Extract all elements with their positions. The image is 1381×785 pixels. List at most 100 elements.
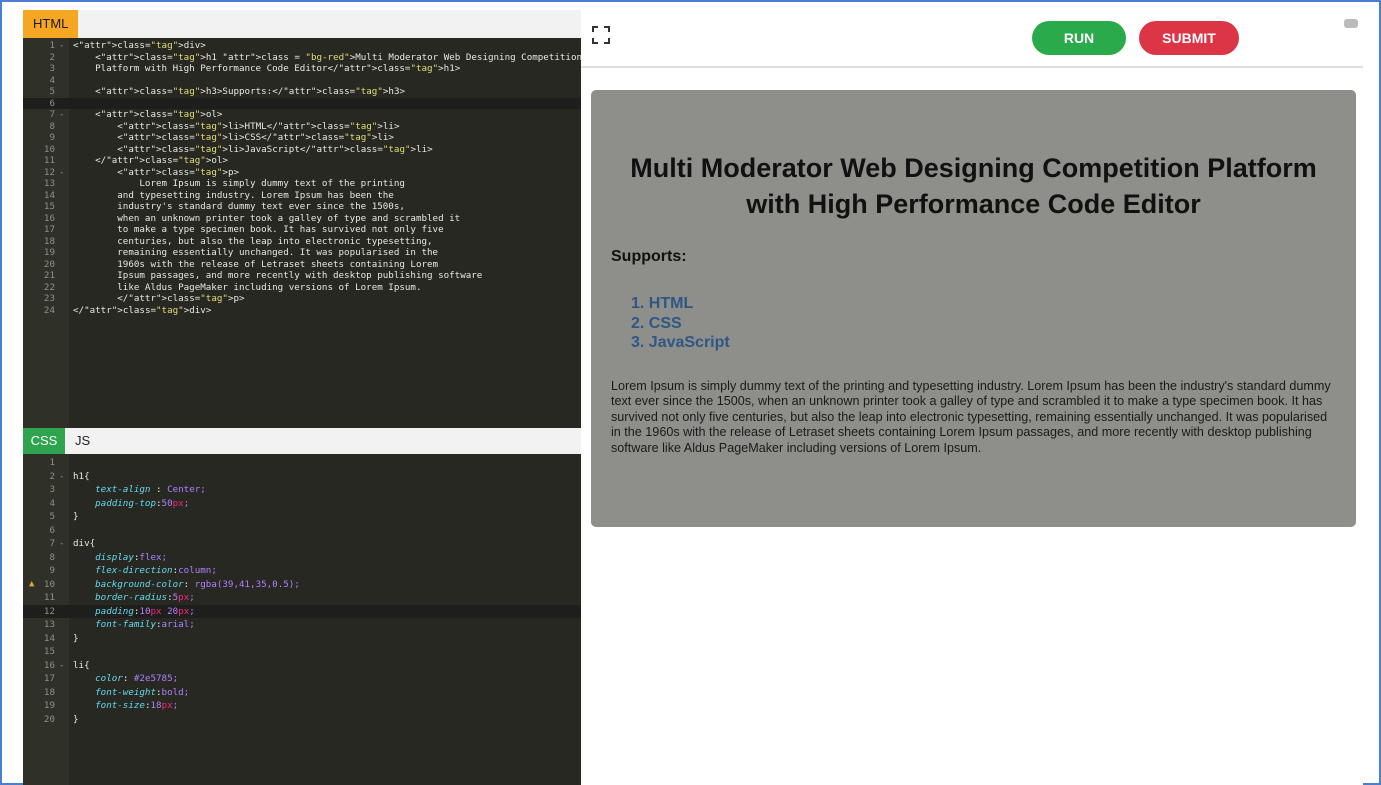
code-line[interactable]: 15 industry's standard dummy text ever s… <box>23 201 581 213</box>
html-tabbar: HTML <box>23 10 581 38</box>
line-number: 20 <box>43 713 55 725</box>
code-text: div{ <box>73 538 96 549</box>
code-line[interactable]: 8 <"attr">class="tag">li>HTML</"attr">cl… <box>23 121 581 133</box>
code-line[interactable]: 21 Ipsum passages, and more recently wit… <box>23 270 581 282</box>
line-number: 6 <box>49 524 55 536</box>
line-number: 15 <box>43 646 55 657</box>
code-line[interactable]: 22 like Aldus PageMaker including versio… <box>23 282 581 294</box>
code-text: <"attr">class="tag">div> <box>73 40 206 51</box>
line-number: 9 <box>49 565 55 576</box>
code-line[interactable]: 14} <box>23 632 581 646</box>
line-number: 8 <box>49 551 55 563</box>
line-number: 21 <box>43 270 55 281</box>
code-text: padding:10px 20px; <box>95 605 195 617</box>
code-line[interactable]: 12 padding:10px 20px; <box>23 604 581 618</box>
preview-output: Multi Moderator Web Designing Competitio… <box>591 90 1356 527</box>
code-line[interactable]: 13 font-family:arial; <box>23 618 581 632</box>
code-line[interactable]: 6 <box>23 524 581 538</box>
preview-paragraph: Lorem Ipsum is simply dummy text of the … <box>611 378 1331 455</box>
code-line[interactable]: 8 display:flex; <box>23 551 581 565</box>
code-line[interactable]: 7- <"attr">class="tag">ol> <box>23 109 581 121</box>
code-line[interactable]: 2- h1{ <box>23 470 581 484</box>
code-text: centuries, but also the leap into electr… <box>73 235 433 247</box>
code-text: <"attr">class="tag">ol> <box>73 109 223 120</box>
code-line[interactable]: 9 <"attr">class="tag">li>CSS</"attr">cla… <box>23 132 581 144</box>
list-item: 3. JavaScript <box>631 334 730 351</box>
code-line[interactable]: 19 remaining essentially unchanged. It w… <box>23 247 581 259</box>
tab-css[interactable]: CSS <box>23 428 65 454</box>
code-line[interactable]: 5 <"attr">class="tag">h3>Supports:</"att… <box>23 86 581 98</box>
code-text: Platform with High Performance Code Edit… <box>73 63 461 74</box>
css-editor[interactable]: 1 2- h1{3 text-align : Center; 4 padding-to… <box>23 454 581 785</box>
code-text: } <box>73 511 79 522</box>
chat-icon[interactable] <box>1344 19 1358 28</box>
code-text: </"attr">class="tag">div> <box>73 304 212 316</box>
code-line[interactable]: 1- <"attr">class="tag">div> <box>23 40 581 52</box>
css-code-lines[interactable]: 1 2- h1{3 text-align : Center; 4 padding-to… <box>23 456 581 726</box>
fold-toggle-icon[interactable]: - <box>59 659 65 673</box>
line-number: 8 <box>49 120 55 132</box>
code-text: <"attr">class="tag">h1 "attr">class = "b… <box>73 51 581 63</box>
code-line[interactable]: 20 1960s with the release of Letraset sh… <box>23 259 581 271</box>
code-line[interactable]: 10 ▲ background-color: rgba(39,41,35,0.5)… <box>23 578 581 592</box>
code-line[interactable]: 4 padding-top:50px; <box>23 497 581 511</box>
run-button[interactable]: RUN <box>1032 21 1126 55</box>
code-line[interactable]: 3 text-align : Center; <box>23 483 581 497</box>
code-text: <"attr">class="tag">li>CSS</"attr">class… <box>73 132 394 143</box>
code-line[interactable]: 7- div{ <box>23 537 581 551</box>
code-text: like Aldus PageMaker including versions … <box>73 281 422 293</box>
code-line[interactable]: 11 </"attr">class="tag">ol> <box>23 155 581 167</box>
code-line[interactable]: 24 </"attr">class="tag">div> <box>23 305 581 317</box>
preview-panel: RUN SUBMIT Multi Moderator Web Designing… <box>581 10 1363 785</box>
code-line[interactable]: 20} <box>23 713 581 727</box>
fold-toggle-icon[interactable]: - <box>59 470 65 484</box>
code-line[interactable]: 11 border-radius:5px; <box>23 591 581 605</box>
html-code-lines[interactable]: 1- <"attr">class="tag">div> 2 <"attr">clas… <box>23 40 581 316</box>
code-line[interactable]: 18 font-weight:bold; <box>23 686 581 700</box>
fold-toggle-icon[interactable]: - <box>59 537 65 551</box>
expand-icon[interactable] <box>591 25 611 45</box>
code-line[interactable]: 16- li{ <box>23 659 581 673</box>
code-line[interactable]: 1 <box>23 456 581 470</box>
code-text: font-weight:bold; <box>95 686 190 698</box>
code-line[interactable]: 5} <box>23 510 581 524</box>
code-text: <"attr">class="tag">li>HTML</"attr">clas… <box>73 120 400 132</box>
code-line[interactable]: 3 Platform with High Performance Code Ed… <box>23 63 581 75</box>
code-text: </"attr">class="tag">ol> <box>73 155 228 166</box>
code-line[interactable]: 2 <"attr">class="tag">h1 "attr">class = … <box>23 52 581 64</box>
code-line[interactable]: 19 font-size:18px; <box>23 699 581 713</box>
code-line[interactable]: 14 and typesetting industry. Lorem Ipsum… <box>23 190 581 202</box>
html-editor[interactable]: 1- <"attr">class="tag">div> 2 <"attr">clas… <box>23 38 581 428</box>
line-number: 14 <box>43 189 55 201</box>
tab-html[interactable]: HTML <box>23 10 79 38</box>
code-line[interactable]: 6 <box>23 97 581 109</box>
line-number: 3 <box>49 484 55 495</box>
code-line[interactable]: 10 <"attr">class="tag">li>JavaScript</"a… <box>23 144 581 156</box>
list-item: 2. CSS <box>631 314 682 332</box>
fold-toggle-icon[interactable]: - <box>59 109 65 121</box>
line-number: 17 <box>43 224 55 235</box>
code-text: text-align : Center; <box>95 484 206 495</box>
code-line[interactable]: 17 to make a type specimen book. It has … <box>23 224 581 236</box>
code-line[interactable]: 23 </"attr">class="tag">p> <box>23 293 581 305</box>
code-line[interactable]: 17 color: #2e5785; <box>23 672 581 686</box>
code-line[interactable]: 9 flex-direction:column; <box>23 564 581 578</box>
line-number: 7 <box>49 109 55 120</box>
code-text: <"attr">class="tag">h3>Supports:</"attr"… <box>73 86 406 97</box>
code-line[interactable]: 4 <box>23 75 581 87</box>
code-line[interactable]: 16 when an unknown printer took a galley… <box>23 213 581 225</box>
submit-button[interactable]: SUBMIT <box>1139 21 1239 55</box>
code-line[interactable]: 18 centuries, but also the leap into ele… <box>23 236 581 248</box>
tab-js[interactable]: JS <box>67 428 98 454</box>
line-number: 10 <box>43 578 55 590</box>
code-text: </"attr">class="tag">p> <box>73 293 245 304</box>
code-text: border-radius:5px; <box>95 592 195 603</box>
line-number: 11 <box>43 155 55 166</box>
fold-toggle-icon[interactable]: - <box>59 40 65 52</box>
fold-toggle-icon[interactable]: - <box>59 167 65 179</box>
code-line[interactable]: 15 <box>23 645 581 659</box>
code-line[interactable]: 13 Lorem Ipsum is simply dummy text of t… <box>23 178 581 190</box>
line-number: 5 <box>49 511 55 522</box>
preview-heading: Multi Moderator Web Designing Competitio… <box>630 153 1317 219</box>
code-line[interactable]: 12- <"attr">class="tag">p> <box>23 167 581 179</box>
